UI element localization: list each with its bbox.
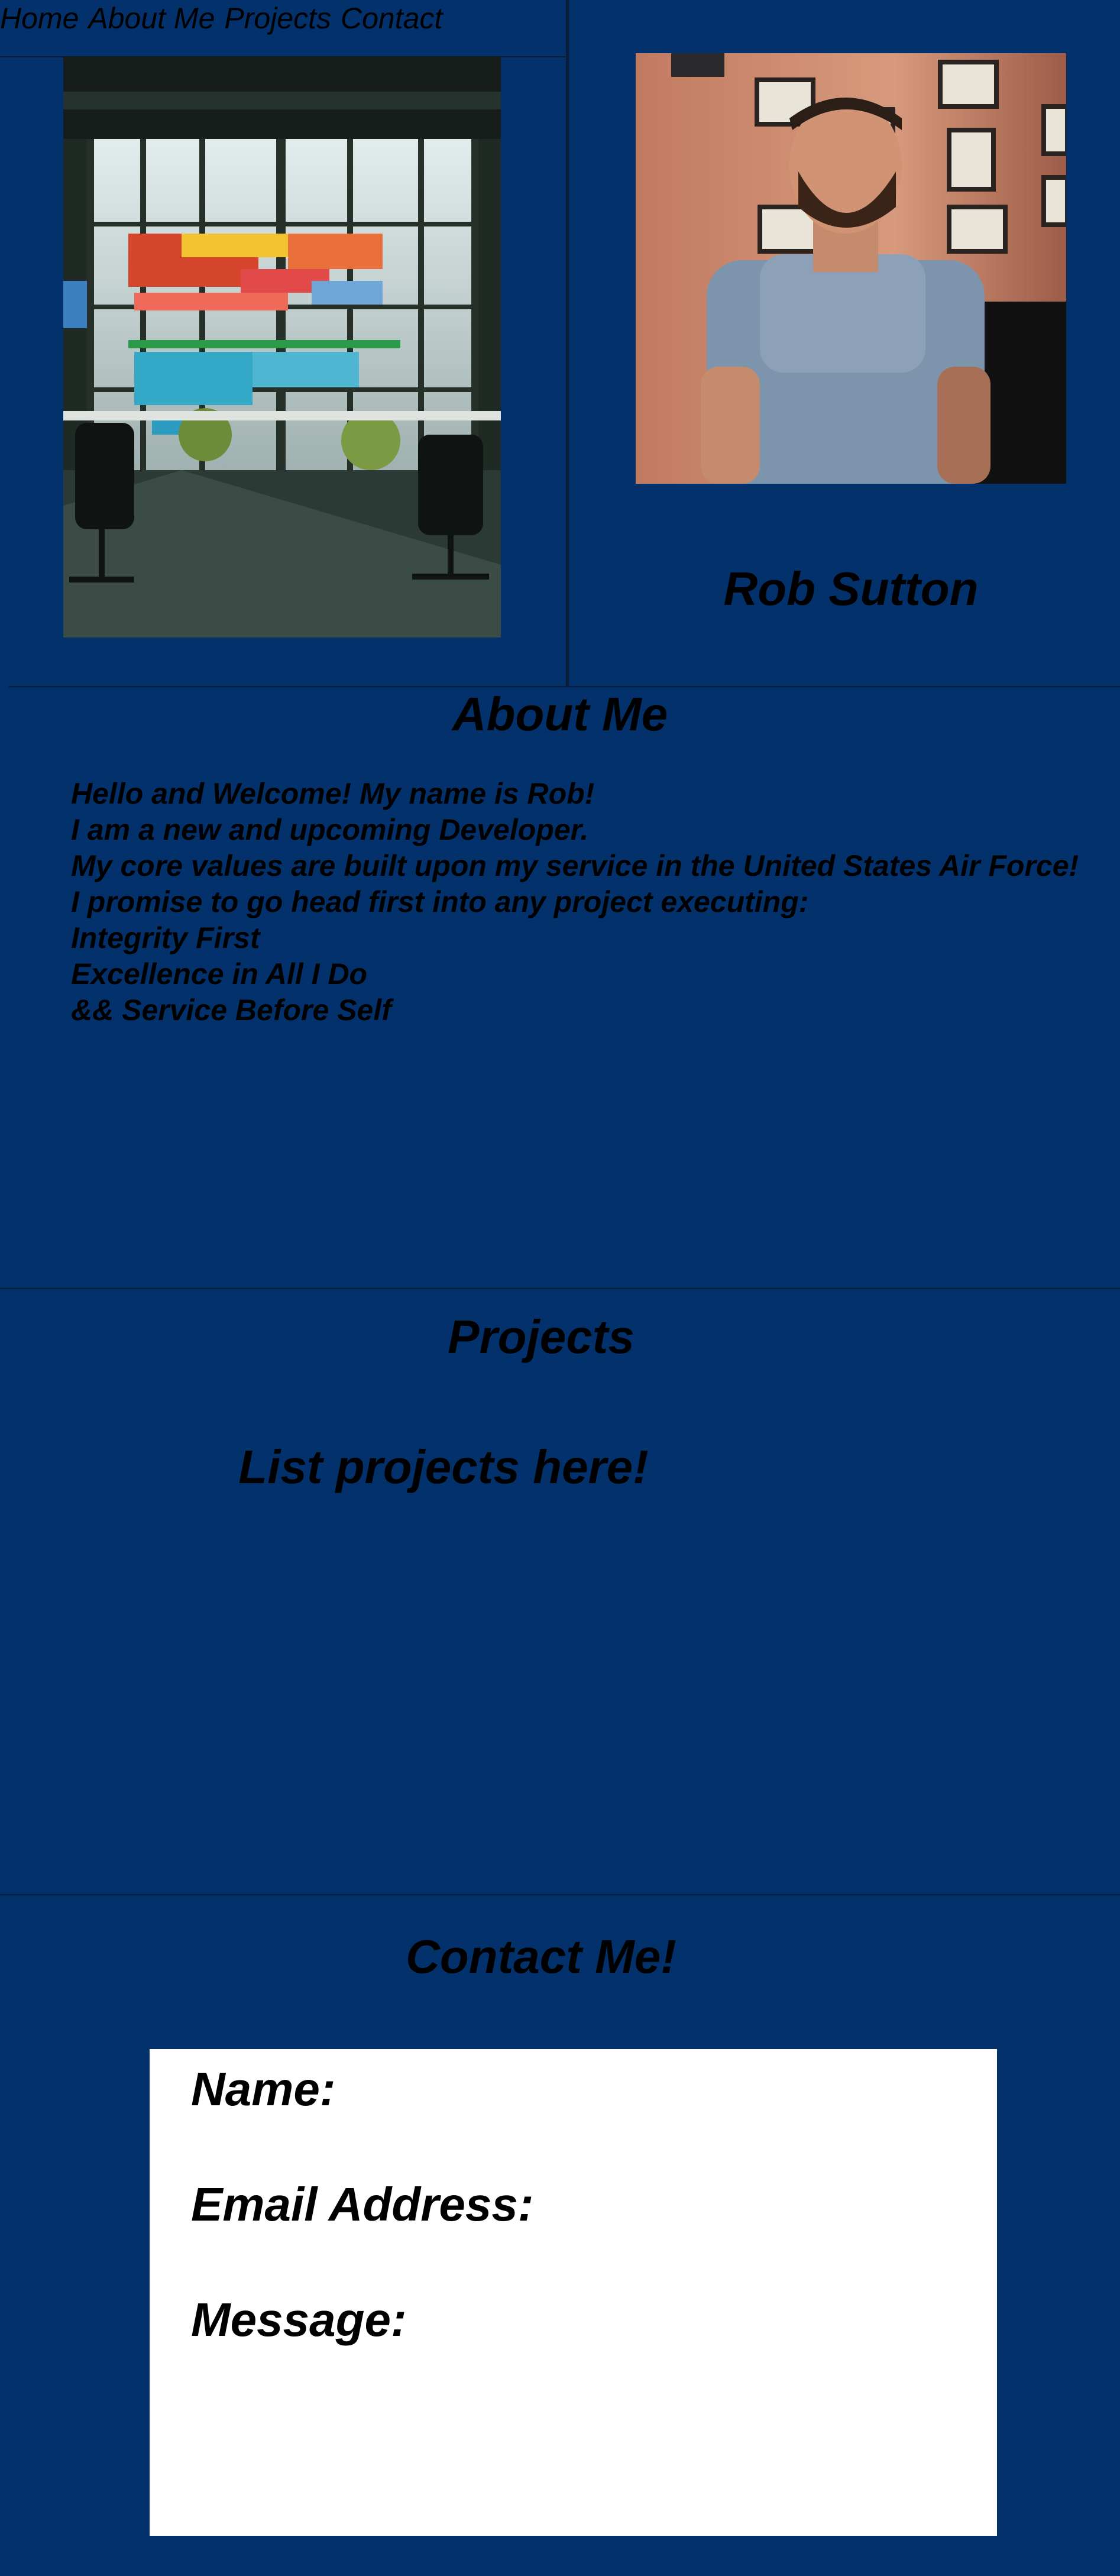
about-line: My core values are built upon my service… bbox=[71, 849, 1079, 882]
name-label[interactable]: Name: bbox=[191, 2062, 336, 2117]
office-photo bbox=[63, 56, 501, 637]
nav-contact-link[interactable]: Contact bbox=[341, 1, 442, 35]
about-line: && Service Before Self bbox=[71, 993, 391, 1027]
message-label[interactable]: Message: bbox=[191, 2293, 407, 2347]
about-line: Integrity First bbox=[71, 921, 260, 954]
email-label[interactable]: Email Address: bbox=[191, 2177, 533, 2232]
about-text: Hello and Welcome! My name is Rob! I am … bbox=[71, 776, 1079, 1028]
projects-title: Projects bbox=[448, 1310, 635, 1363]
nav-projects-link[interactable]: Projects bbox=[224, 1, 331, 35]
nav-home-link[interactable]: Home bbox=[0, 1, 79, 35]
about-line: I am a new and upcoming Developer. bbox=[71, 813, 589, 846]
contact-form: Name: Email Address: Message: bbox=[150, 2049, 997, 2536]
about-line: I promise to go head first into any proj… bbox=[71, 885, 809, 918]
contact-title: Contact Me! bbox=[406, 1930, 676, 1983]
hero-column-divider bbox=[566, 0, 569, 687]
about-line: Hello and Welcome! My name is Rob! bbox=[71, 777, 595, 810]
profile-photo bbox=[636, 53, 1066, 484]
projects-bottom-divider bbox=[0, 1894, 1120, 1895]
profile-name: Rob Sutton bbox=[723, 562, 979, 615]
about-bottom-divider bbox=[0, 1288, 1120, 1289]
nav-about-link[interactable]: About Me bbox=[88, 1, 215, 35]
about-line: Excellence in All I Do bbox=[71, 957, 368, 991]
top-nav: Home About Me Projects Contact bbox=[0, 0, 442, 37]
projects-placeholder: List projects here! bbox=[238, 1441, 649, 1493]
about-title: About Me bbox=[452, 688, 668, 740]
